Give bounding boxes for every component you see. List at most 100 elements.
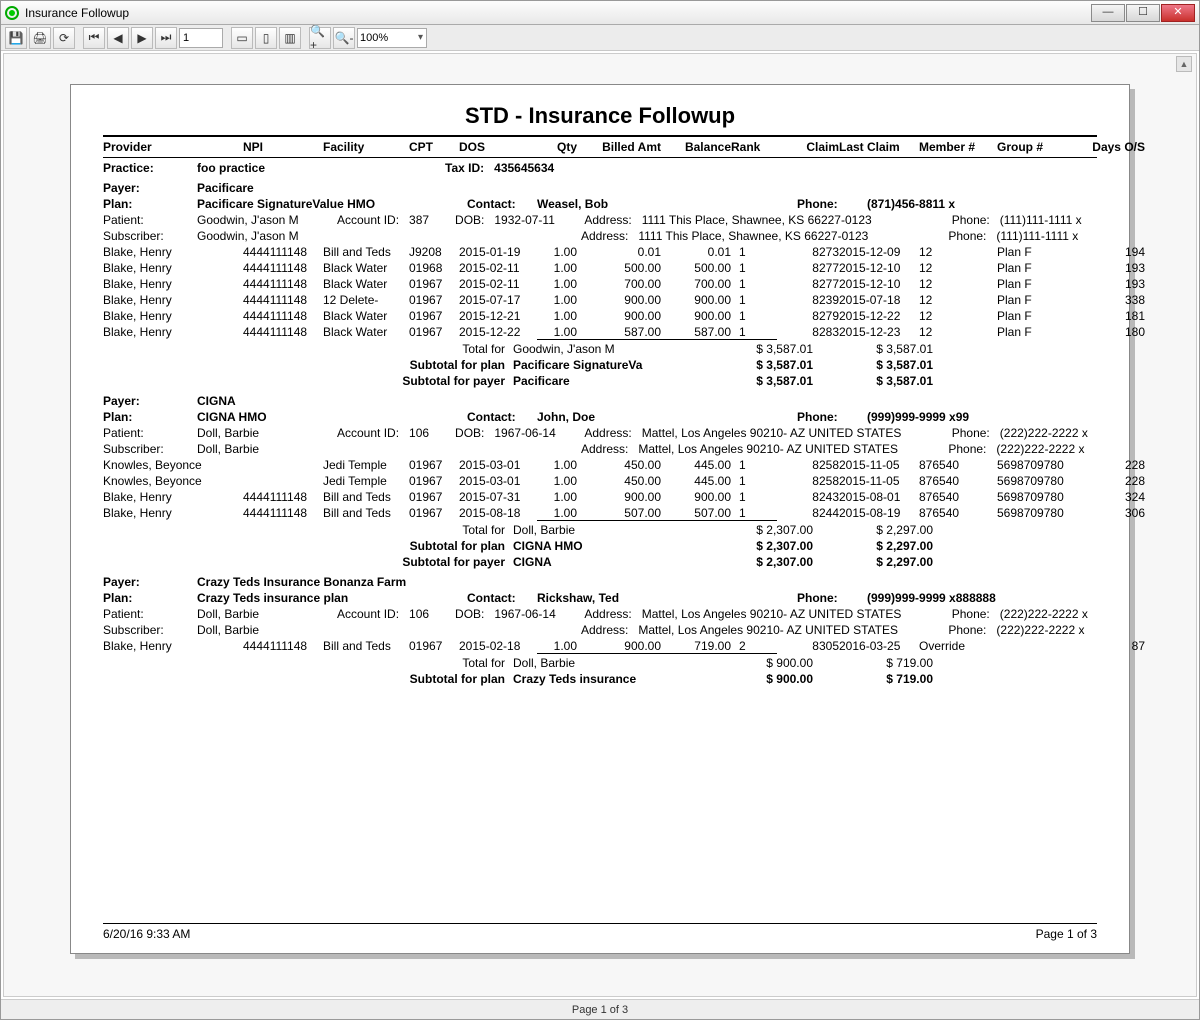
total-for-name: Doll, Barbie: [513, 523, 683, 537]
print-icon[interactable]: 🖨: [29, 27, 51, 49]
patient-name: Doll, Barbie: [197, 426, 327, 440]
subscriber-phone: (222)222-2222 x: [996, 442, 1084, 456]
subscriber-label: Subscriber:: [103, 229, 187, 243]
total-for-label: Total for: [323, 342, 513, 356]
minimize-button[interactable]: —: [1091, 4, 1125, 22]
payer-name: Crazy Teds Insurance Bonanza Farm: [197, 575, 406, 589]
first-page-icon[interactable]: ⏮: [83, 27, 105, 49]
close-button[interactable]: ✕: [1161, 4, 1195, 22]
refresh-icon[interactable]: ⟳: [53, 27, 75, 49]
subtotal-plan-name: Pacificare SignatureVa: [513, 358, 683, 372]
next-page-icon[interactable]: ▶: [131, 27, 153, 49]
subtotal-payer-label: Subtotal for payer: [323, 555, 513, 569]
patient-phone: (111)111-1111 x: [1000, 213, 1082, 227]
payer-label: Payer:: [103, 181, 187, 195]
account-id: 106: [409, 426, 445, 440]
subtotal-payer-name: Pacificare: [513, 374, 683, 388]
account-label: Account ID:: [337, 426, 399, 440]
titlebar: Insurance Followup — ☐ ✕: [1, 1, 1199, 25]
patient-label: Patient:: [103, 607, 187, 621]
column-header: Balance: [661, 140, 731, 154]
column-header: Claim: [777, 140, 839, 154]
claim-row: Blake, Henry4444111148Bill and Teds01967…: [103, 489, 1097, 505]
contact-name: Weasel, Bob: [537, 197, 727, 211]
practice-label: Practice:: [103, 161, 187, 175]
phone-label-pt: Phone:: [952, 213, 990, 227]
subtotal-plan-label: Subtotal for plan: [323, 358, 513, 372]
report-viewer[interactable]: ▲ STD - Insurance Followup ProviderNPIFa…: [3, 53, 1197, 997]
phone-label-sub: Phone:: [948, 623, 986, 637]
payer-section: Payer: Pacificare Plan: Pacificare Signatur…: [103, 178, 1097, 391]
status-text: Page 1 of 3: [572, 1004, 628, 1016]
patient-name: Goodwin, J'ason M: [197, 213, 327, 227]
total-for-name: Doll, Barbie: [513, 656, 683, 670]
subtotal-plan-name: Crazy Teds insurance: [513, 672, 683, 686]
plan-name: Crazy Teds insurance plan: [197, 591, 457, 605]
claim-row: Blake, Henry4444111148Bill and Teds01967…: [103, 505, 1097, 522]
subtotal-plan-label: Subtotal for plan: [323, 672, 513, 686]
footer-page: Page 1 of 3: [1036, 927, 1097, 941]
contact-name: Rickshaw, Ted: [537, 591, 727, 605]
subtotal-payer-label: Subtotal for payer: [323, 374, 513, 388]
patient-address: Mattel, Los Angeles 90210- AZ UNITED STA…: [642, 426, 942, 440]
patient-address: Mattel, Los Angeles 90210- AZ UNITED STA…: [642, 607, 942, 621]
toolbar: 💾 🖨 ⟳ ⏮ ◀ ▶ ⏭ ▭ ▯ ▥ 🔍+ 🔍- 100%: [1, 25, 1199, 51]
subscriber-name: Doll, Barbie: [197, 442, 327, 456]
account-label: Account ID:: [337, 607, 399, 621]
subtotal-plan-name: CIGNA HMO: [513, 539, 683, 553]
address-label-sub: Address:: [581, 442, 628, 456]
page-number-input[interactable]: [179, 28, 223, 48]
column-header: Rank: [731, 140, 777, 154]
claim-row: Blake, Henry4444111148Bill and Teds01967…: [103, 638, 1097, 655]
subscriber-address: 1111 This Place, Shawnee, KS 66227-0123: [638, 229, 938, 243]
payer-section: Payer: Crazy Teds Insurance Bonanza Farm P…: [103, 572, 1097, 689]
column-header: Days O/S: [1087, 140, 1145, 154]
contact-name: John, Doe: [537, 410, 727, 424]
column-header: NPI: [243, 140, 323, 154]
zoom-select[interactable]: 100%: [357, 28, 427, 48]
multi-page-icon[interactable]: ▥: [279, 27, 301, 49]
subscriber-label: Subscriber:: [103, 442, 187, 456]
address-label: Address:: [584, 426, 631, 440]
payer-name: CIGNA: [197, 394, 236, 408]
prev-page-icon[interactable]: ◀: [107, 27, 129, 49]
zoom-in-icon[interactable]: 🔍+: [309, 27, 331, 49]
subtotal-plan-balance: $ 3,587.01: [813, 358, 933, 372]
plan-label: Plan:: [103, 197, 187, 211]
continuous-page-icon[interactable]: ▯: [255, 27, 277, 49]
subtotal-payer-billed: $ 2,307.00: [683, 555, 813, 569]
patient-phone: (222)222-2222 x: [1000, 426, 1088, 440]
address-label-sub: Address:: [581, 623, 628, 637]
subscriber-address: Mattel, Los Angeles 90210- AZ UNITED STA…: [638, 623, 938, 637]
payer-label: Payer:: [103, 394, 187, 408]
status-bar: Page 1 of 3: [1, 999, 1199, 1019]
taxid-label: Tax ID:: [445, 161, 484, 175]
total-for-label: Total for: [323, 523, 513, 537]
claim-row: Knowles, BeyonceJedi Temple019672015-03-…: [103, 473, 1097, 489]
dob-value: 1967-06-14: [494, 607, 574, 621]
plan-label: Plan:: [103, 591, 187, 605]
phone-label-sub: Phone:: [948, 442, 986, 456]
total-for-label: Total for: [323, 656, 513, 670]
plan-label: Plan:: [103, 410, 187, 424]
app-icon: [5, 6, 19, 20]
total-for-name: Goodwin, J'ason M: [513, 342, 683, 356]
total-balance: $ 3,587.01: [813, 342, 933, 356]
maximize-button[interactable]: ☐: [1126, 4, 1160, 22]
claim-row: Blake, Henry4444111148Black Water0196720…: [103, 324, 1097, 341]
claim-row: Blake, Henry444411114812 Delete-01967201…: [103, 292, 1097, 308]
scroll-up-icon[interactable]: ▲: [1176, 56, 1192, 72]
column-header: DOS: [459, 140, 537, 154]
total-balance: $ 719.00: [813, 656, 933, 670]
payer-label: Payer:: [103, 575, 187, 589]
phone-label-pt: Phone:: [952, 607, 990, 621]
last-page-icon[interactable]: ⏭: [155, 27, 177, 49]
column-header: Group #: [997, 140, 1087, 154]
payers-container: Payer: Pacificare Plan: Pacificare Signatur…: [103, 178, 1097, 689]
single-page-icon[interactable]: ▭: [231, 27, 253, 49]
total-billed: $ 3,587.01: [683, 342, 813, 356]
save-icon[interactable]: 💾: [5, 27, 27, 49]
zoom-out-icon[interactable]: 🔍-: [333, 27, 355, 49]
account-id: 106: [409, 607, 445, 621]
claim-row: Blake, Henry4444111148Black Water0196720…: [103, 308, 1097, 324]
